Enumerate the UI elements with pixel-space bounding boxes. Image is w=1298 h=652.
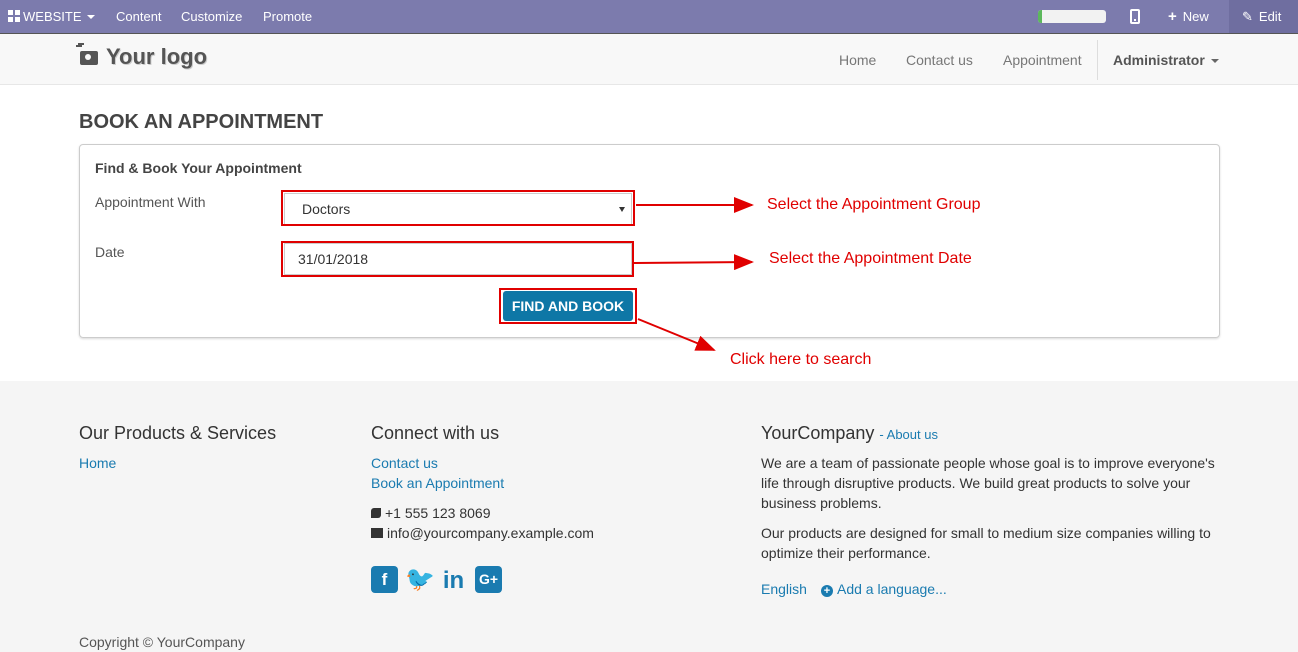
caret-down-icon [1210,59,1219,63]
envelope-icon [371,528,383,538]
company-name: YourCompany [761,423,875,443]
menu-customize[interactable]: Customize [181,0,242,33]
plus-icon: + [1168,8,1177,25]
footer-link-contact-us[interactable]: Contact us [371,455,438,471]
annotation-date-text: Select the Appointment Date [769,250,972,267]
admin-bar: WEBSITE Content Customize Promote + New ✎… [0,0,1298,33]
phone-icon [371,508,381,518]
logo[interactable]: Your logo [76,44,208,74]
highlight-button-frame [499,288,637,324]
google-plus-icon[interactable]: G+ [475,566,502,593]
menu-promote[interactable]: Promote [263,0,312,33]
page-title: BOOK AN APPOINTMENT [79,111,324,133]
about-text-1: We are a team of passionate people whose… [761,455,1215,511]
products-heading: Our Products & Services [79,423,277,443]
phone-number: +1 555 123 8069 [385,505,491,521]
progress-fill [1038,10,1043,23]
appointment-with-label: Appointment With [95,194,206,210]
language-english[interactable]: English [761,581,807,597]
website-menu-label: WEBSITE [23,9,82,24]
caret-down-icon [86,15,95,19]
email-line: info@yourcompany.example.com [371,523,594,543]
pencil-icon: ✎ [1242,9,1253,24]
footer: Our Products & Services Home Connect wit… [0,381,1298,652]
user-menu[interactable]: Administrator [1113,34,1219,86]
panel-heading: Find & Book Your Appointment [95,160,302,176]
phone-line: +1 555 123 8069 [371,503,491,523]
apps-icon [8,10,20,22]
email-address: info@yourcompany.example.com [387,525,594,541]
website-menu[interactable]: WEBSITE [8,0,95,33]
company-heading: YourCompany - About us [761,423,938,444]
mobile-preview-icon[interactable] [1130,9,1140,24]
plus-circle-icon: + [821,585,833,597]
copyright: Copyright © YourCompany [79,634,245,650]
highlight-select-frame [281,190,635,226]
add-language-link[interactable]: + Add a language... [821,581,947,597]
camera-icon [76,45,98,65]
booking-panel: Find & Book Your Appointment Appointment… [79,144,1220,338]
footer-link-book-appointment[interactable]: Book an Appointment [371,475,504,491]
progress-bar [1038,10,1106,23]
nav-divider [1097,40,1098,80]
annotation-group-text: Select the Appointment Group [767,196,981,213]
edit-button[interactable]: ✎ Edit [1242,0,1281,33]
menu-content[interactable]: Content [116,0,162,33]
about-text-2: Our products are designed for small to m… [761,525,1211,561]
nav-contact-us[interactable]: Contact us [906,34,973,86]
nav-appointment[interactable]: Appointment [1003,34,1082,86]
user-menu-label: Administrator [1113,52,1205,68]
twitter-icon[interactable]: 🐦 [405,566,435,593]
footer-link-home[interactable]: Home [79,455,116,471]
logo-text: Your logo [106,44,208,69]
nav-home[interactable]: Home [839,34,876,86]
linkedin-icon[interactable]: in [440,566,467,594]
edit-button-label: Edit [1258,9,1282,24]
new-button-label: New [1182,9,1209,24]
new-button[interactable]: + New [1168,0,1209,33]
highlight-date-frame [281,241,634,277]
add-language-label: Add a language... [837,581,947,597]
navbar: Your logo Home Contact us Appointment Ad… [0,33,1298,85]
connect-heading: Connect with us [371,423,500,443]
facebook-icon[interactable]: f [371,566,398,593]
date-label: Date [95,244,125,260]
annotation-search-text: Click here to search [730,351,872,368]
about-us-link[interactable]: - About us [879,427,938,442]
